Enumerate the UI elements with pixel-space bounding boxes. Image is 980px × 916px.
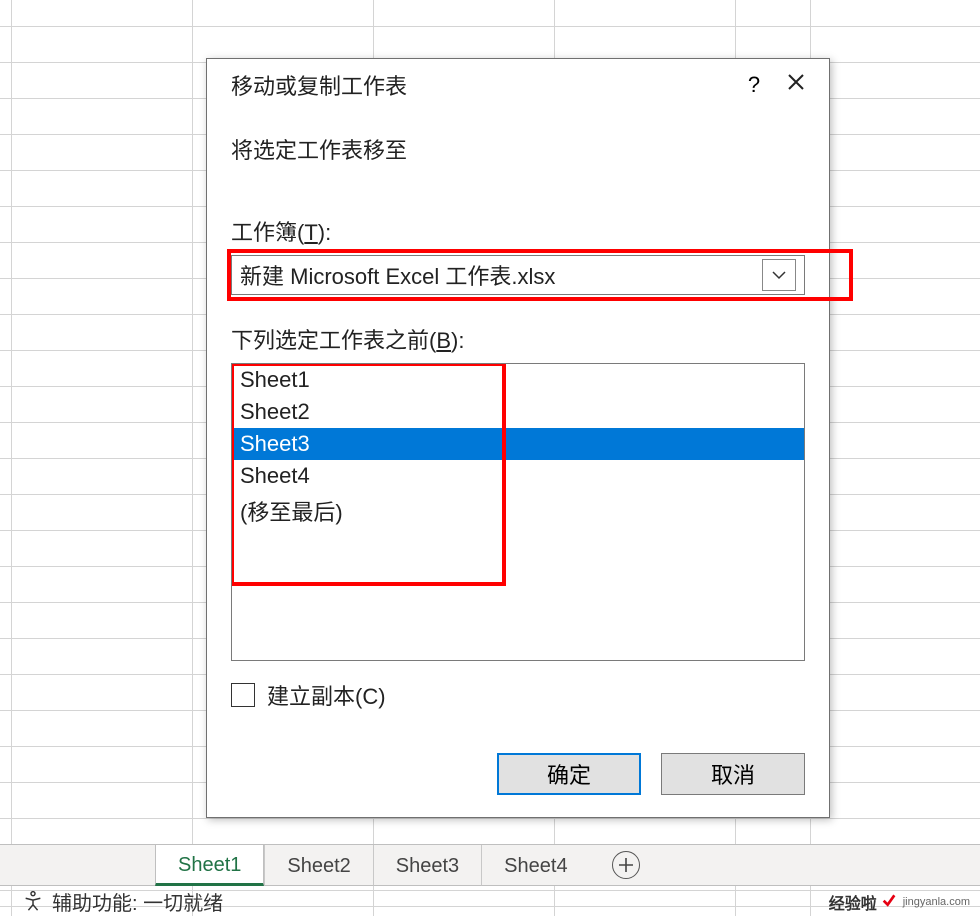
plus-icon: [618, 857, 634, 873]
instruction-text: 将选定工作表移至: [231, 133, 805, 165]
status-text: 辅助功能: 一切就绪: [52, 887, 223, 916]
workbook-value: 新建 Microsoft Excel 工作表.xlsx: [240, 259, 555, 291]
sheet-tab[interactable]: Sheet3: [373, 845, 481, 886]
ok-button[interactable]: 确定: [497, 753, 641, 795]
dialog-titlebar: 移动或复制工作表 ?: [207, 59, 829, 109]
before-sheet-label: 下列选定工作表之前(B):: [231, 323, 805, 355]
add-sheet-button[interactable]: [612, 851, 640, 879]
workbook-dropdown[interactable]: 新建 Microsoft Excel 工作表.xlsx: [231, 255, 805, 295]
list-item[interactable]: Sheet1: [232, 364, 804, 396]
close-button[interactable]: [775, 72, 817, 98]
dialog-body: 将选定工作表移至 工作簿(T): 新建 Microsoft Excel 工作表.…: [207, 109, 829, 753]
dialog-buttons: 确定 取消: [207, 753, 829, 817]
accessibility-icon: [22, 890, 44, 912]
watermark: 经验啦 jingyanla.com: [829, 890, 970, 914]
create-copy-checkbox[interactable]: [231, 683, 255, 707]
close-icon: [786, 72, 806, 92]
list-item[interactable]: Sheet3: [232, 428, 804, 460]
workbook-label: 工作簿(T):: [231, 215, 805, 247]
sheet-tab[interactable]: Sheet4: [481, 845, 589, 886]
chevron-down-icon: [762, 259, 796, 291]
cancel-button[interactable]: 取消: [661, 753, 805, 795]
sheet-tab[interactable]: Sheet1: [155, 845, 264, 886]
sheet-tab-bar: Sheet1Sheet2Sheet3Sheet4: [0, 844, 980, 886]
sheet-tab[interactable]: Sheet2: [264, 845, 372, 886]
sheet-listbox[interactable]: Sheet1Sheet2Sheet3Sheet4(移至最后): [231, 363, 805, 661]
create-copy-label: 建立副本(C): [267, 679, 386, 711]
create-copy-row[interactable]: 建立副本(C): [231, 679, 805, 711]
help-button[interactable]: ?: [733, 72, 775, 98]
check-icon: [881, 892, 897, 908]
move-copy-dialog: 移动或复制工作表 ? 将选定工作表移至 工作簿(T): 新建 Microsoft…: [206, 58, 830, 818]
dialog-title: 移动或复制工作表: [231, 69, 733, 101]
list-item[interactable]: Sheet2: [232, 396, 804, 428]
list-item[interactable]: Sheet4: [232, 460, 804, 492]
list-item[interactable]: (移至最后): [232, 492, 804, 530]
